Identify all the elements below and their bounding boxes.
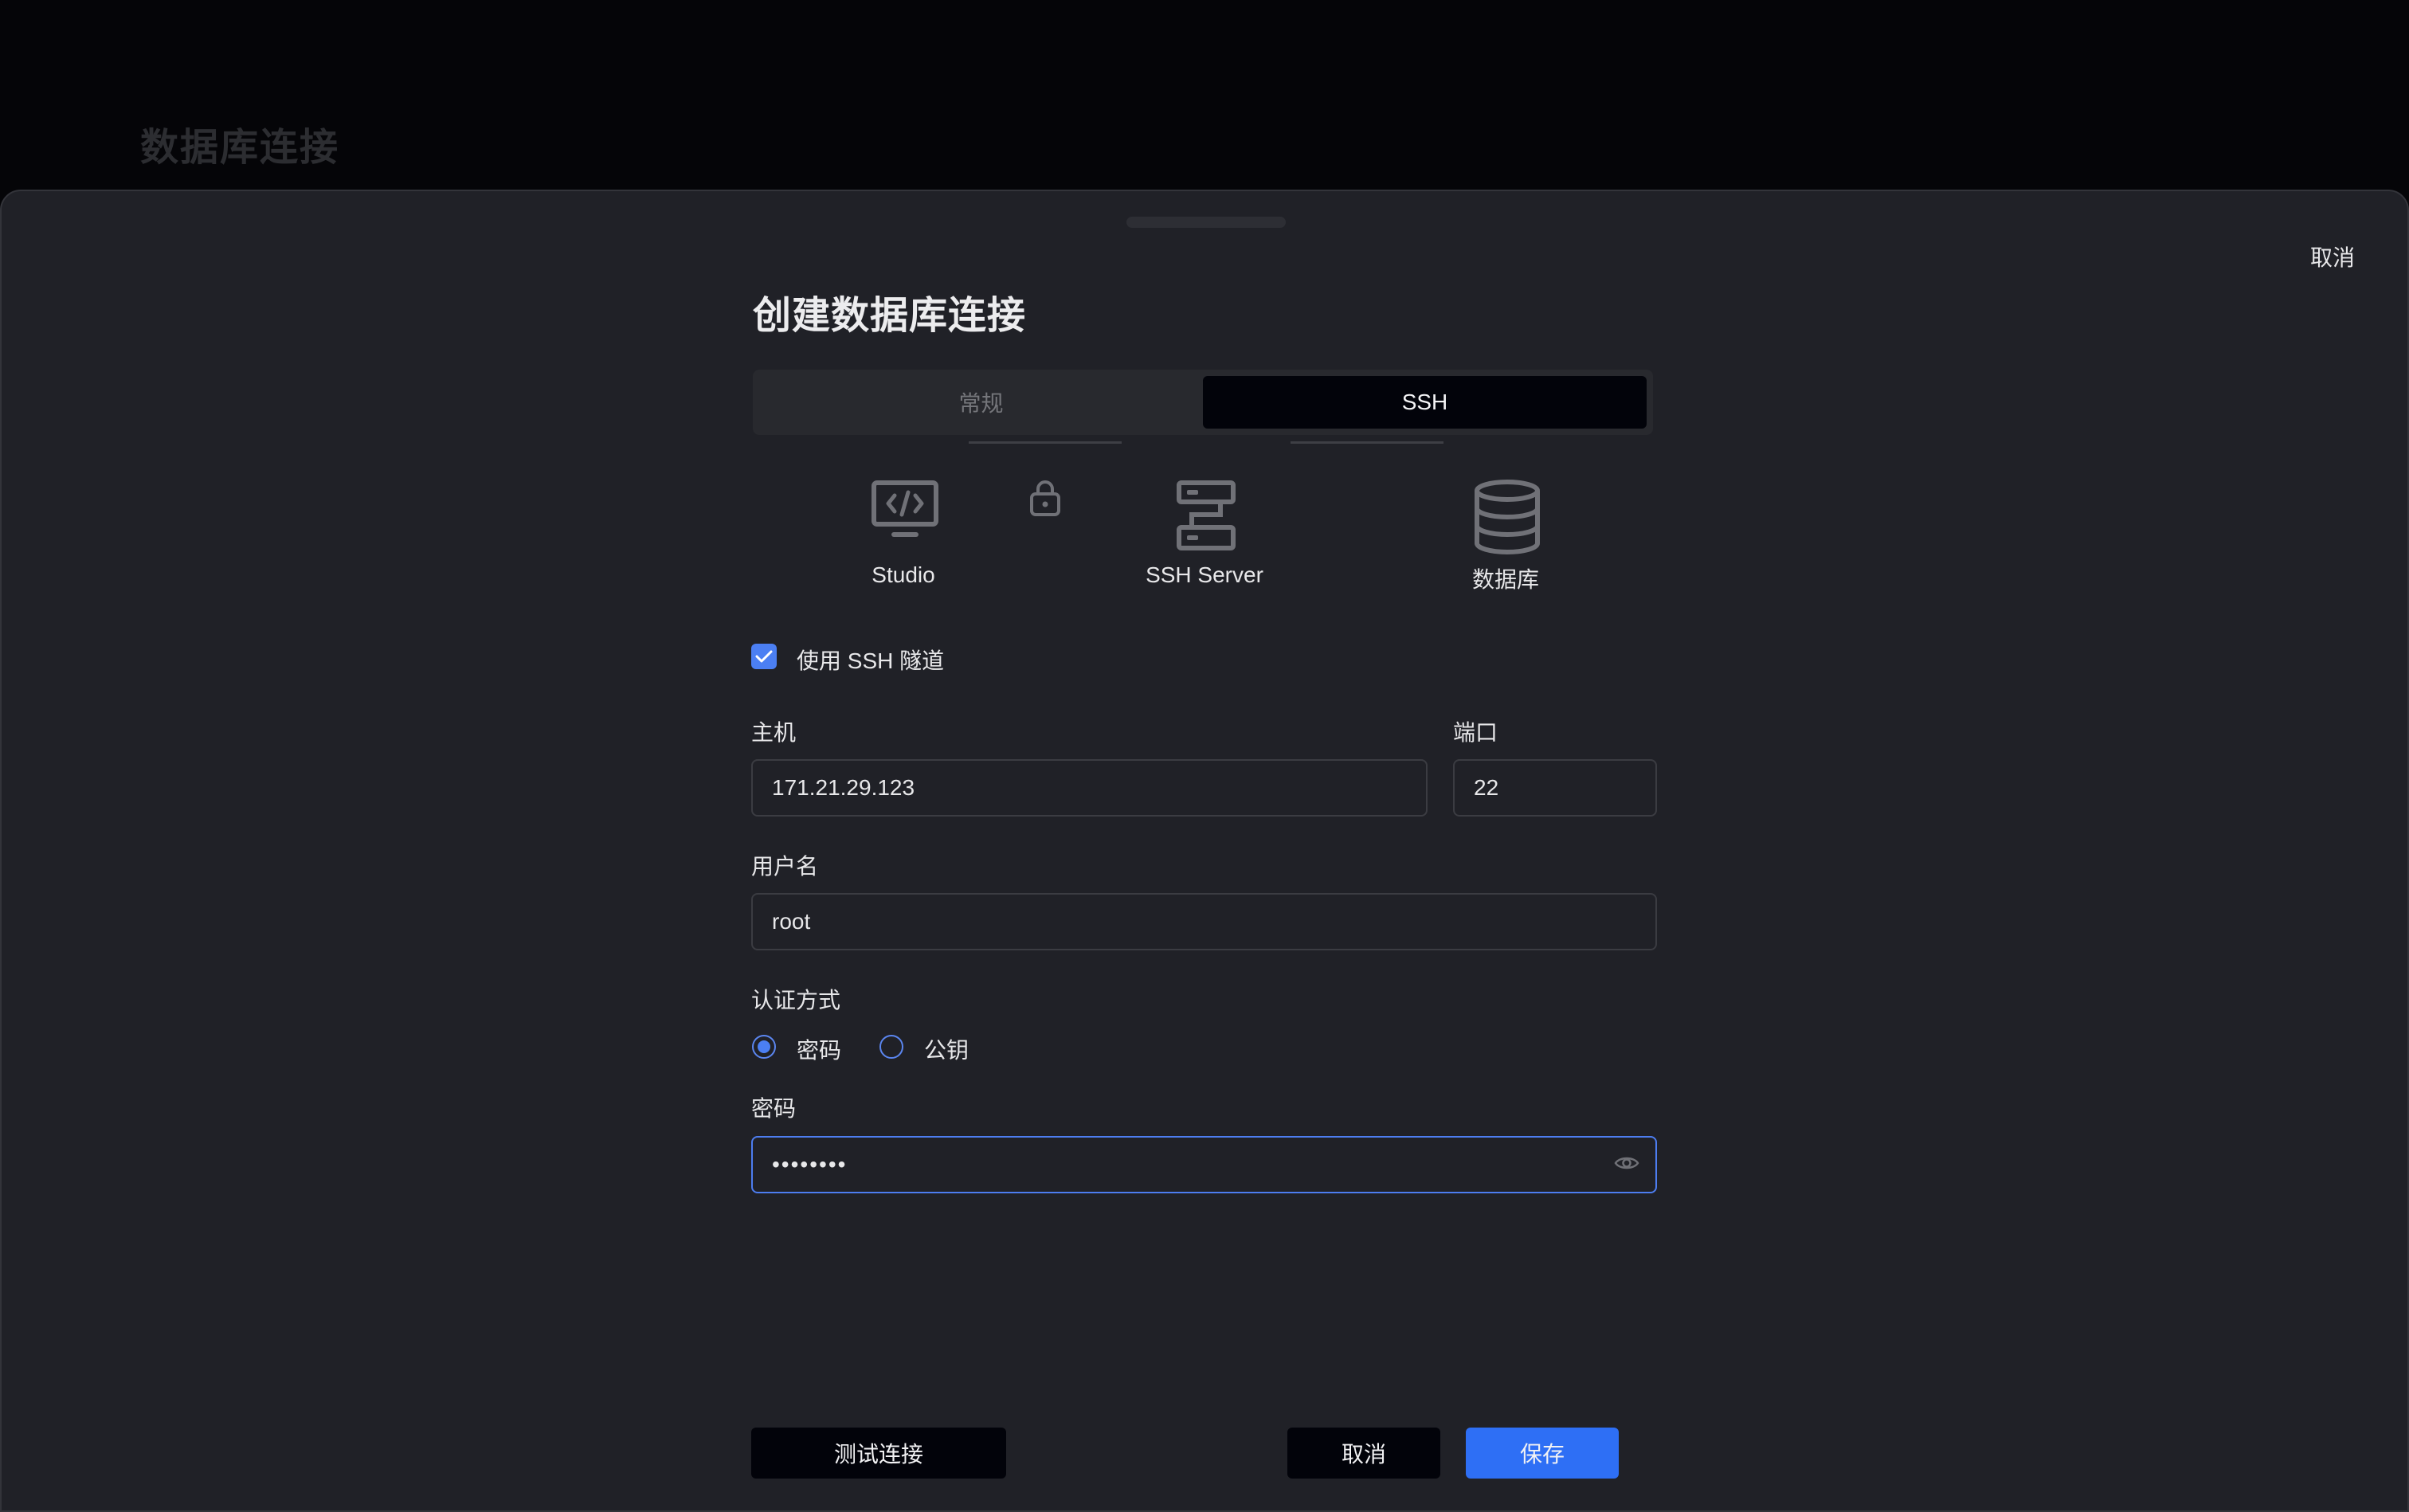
port-input[interactable]: 22: [1453, 759, 1657, 817]
eye-icon[interactable]: [1614, 1154, 1639, 1177]
auth-method-label: 认证方式: [751, 988, 841, 1013]
lock-icon: [1029, 480, 1061, 520]
create-connection-sheet: 取消 创建数据库连接 常规 SSH: [0, 190, 2409, 1512]
username-input[interactable]: root: [751, 893, 1657, 950]
cancel-button[interactable]: 取消: [1287, 1428, 1440, 1479]
password-value: ••••••••: [772, 1152, 848, 1177]
background-page-title: 数据库连接: [140, 127, 340, 169]
use-ssh-checkbox[interactable]: [751, 644, 777, 669]
tab-ssh[interactable]: SSH: [1203, 376, 1647, 429]
host-label: 主机: [751, 720, 797, 745]
auth-password-label[interactable]: 密码: [797, 1033, 841, 1065]
check-icon: [755, 650, 773, 663]
use-ssh-label: 使用 SSH 隧道: [797, 648, 945, 673]
auth-pubkey-label[interactable]: 公钥: [924, 1033, 969, 1065]
port-label: 端口: [1453, 720, 1498, 745]
sheet-drag-handle[interactable]: [1126, 217, 1286, 228]
diagram-label-database: 数据库: [1471, 567, 1539, 592]
save-button[interactable]: 保存: [1466, 1428, 1619, 1479]
password-input[interactable]: ••••••••: [751, 1136, 1657, 1193]
sheet-cancel-link[interactable]: 取消: [2310, 241, 2355, 272]
diagram-line-left: [969, 441, 1122, 444]
diagram-label-ssh-server: SSH Server: [1146, 562, 1263, 587]
auth-password-radio[interactable]: [752, 1035, 776, 1059]
diagram-label-studio: Studio: [872, 562, 935, 587]
diagram-line-right: [1291, 441, 1443, 444]
tab-switcher: 常规 SSH: [753, 370, 1653, 435]
dialog-title: 创建数据库连接: [753, 295, 1027, 337]
host-input[interactable]: 171.21.29.123: [751, 759, 1428, 817]
test-connection-button[interactable]: 测试连接: [751, 1428, 1006, 1479]
tab-general[interactable]: 常规: [759, 376, 1203, 429]
username-label: 用户名: [751, 854, 819, 879]
auth-pubkey-radio[interactable]: [879, 1035, 903, 1059]
password-label: 密码: [751, 1096, 797, 1121]
